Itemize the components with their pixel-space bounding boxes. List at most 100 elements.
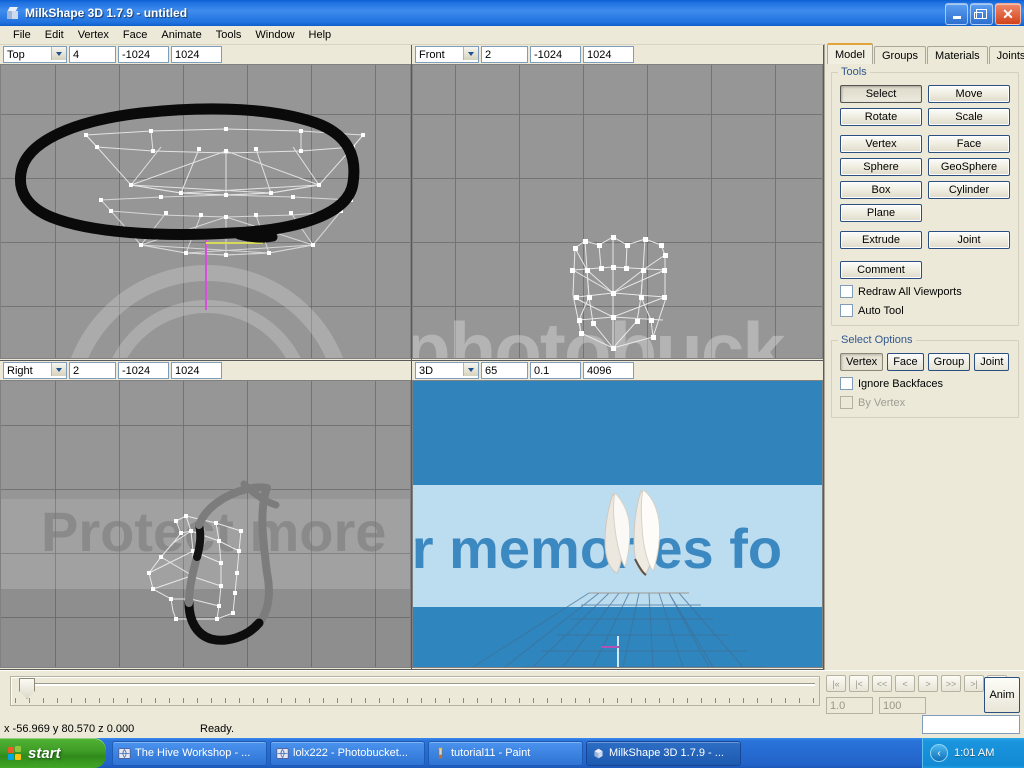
fast-forward-button[interactable]: >> (941, 675, 961, 692)
taskbar-item-label: tutorial11 - Paint (451, 747, 531, 759)
taskbar-item-paint[interactable]: tutorial11 - Paint (428, 740, 583, 766)
tab-model[interactable]: Model (827, 43, 873, 64)
by-vertex-label: By Vertex (858, 396, 906, 409)
tools-group: Tools Select Move Rotate Scale Vertex Fa… (831, 66, 1019, 326)
select-mode-group-button[interactable]: Group (927, 353, 971, 371)
menu-item-window[interactable]: Window (248, 28, 301, 42)
taskbar-buttons: The Hive Workshop - ... lolx222 - Photob… (112, 740, 1024, 766)
tool-rotate-button[interactable]: Rotate (840, 108, 922, 126)
rewind-button[interactable]: << (872, 675, 892, 692)
viewport-front-field-1[interactable]: 2 (481, 46, 528, 63)
viewport-right-canvas[interactable]: Protect more (0, 380, 411, 668)
viewport-3d-field-2[interactable]: 0.1 (530, 362, 581, 379)
auto-tool-row[interactable]: Auto Tool (840, 304, 1010, 317)
viewport-3d-header: 3D 65 0.1 4096 (412, 361, 823, 380)
total-frames-field[interactable]: 100 (879, 697, 926, 714)
chevron-down-icon[interactable] (51, 363, 66, 376)
tab-materials[interactable]: Materials (927, 46, 988, 64)
menu-item-help[interactable]: Help (302, 28, 339, 42)
viewport-front-mode-select[interactable]: Front (415, 46, 479, 63)
viewport-3d-field-3[interactable]: 4096 (583, 362, 634, 379)
select-mode-face-button[interactable]: Face (887, 353, 924, 371)
taskbar-item-label: lolx222 - Photobucket... (293, 747, 408, 759)
tool-extrude-button[interactable]: Extrude (840, 231, 922, 249)
tools-primitive-grid: Vertex Face Sphere GeoSphere Box Cylinde… (840, 135, 1010, 222)
taskbar-item-milkshape[interactable]: MilkShape 3D 1.7.9 - ... (586, 740, 741, 766)
auto-tool-checkbox[interactable] (840, 304, 853, 317)
select-mode-joint-button[interactable]: Joint (974, 353, 1010, 371)
tool-vertex-button[interactable]: Vertex (840, 135, 922, 153)
viewport-3d-mode-select[interactable]: 3D (415, 362, 479, 379)
viewport-front-field-3[interactable]: 1024 (583, 46, 634, 63)
by-vertex-row: By Vertex (840, 396, 1010, 409)
step-back-button[interactable]: < (895, 675, 915, 692)
viewport-right-field-3[interactable]: 1024 (171, 362, 222, 379)
tool-box-button[interactable]: Box (840, 181, 922, 199)
menu-item-vertex[interactable]: Vertex (71, 28, 116, 42)
menu-item-edit[interactable]: Edit (38, 28, 71, 42)
next-key-button[interactable]: >| (964, 675, 984, 692)
anim-toggle-button[interactable]: Anim (984, 677, 1020, 713)
tool-scale-button[interactable]: Scale (928, 108, 1010, 126)
go-to-start-button[interactable]: |« (826, 675, 846, 692)
start-label: start (28, 744, 61, 762)
chevron-down-icon[interactable] (463, 363, 478, 376)
taskbar-item-hive-workshop[interactable]: The Hive Workshop - ... (112, 740, 267, 766)
tab-groups[interactable]: Groups (873, 46, 927, 64)
select-mode-vertex-button[interactable]: Vertex (840, 353, 884, 371)
play-button[interactable]: > (918, 675, 938, 692)
annotation-stroke (255, 484, 273, 627)
viewport-right-field-2[interactable]: -1024 (118, 362, 169, 379)
viewport-top-mode-select[interactable]: Top (3, 46, 67, 63)
restore-button[interactable] (970, 3, 993, 25)
viewport-right-field-1[interactable]: 2 (69, 362, 116, 379)
viewport-top-field-2[interactable]: -1024 (118, 46, 169, 63)
redraw-all-viewports-checkbox[interactable] (840, 285, 853, 298)
taskbar: start The Hive Workshop - ... lolx222 - … (0, 738, 1024, 768)
tool-cylinder-button[interactable]: Cylinder (928, 181, 1010, 199)
close-icon[interactable]: ✕ (995, 3, 1021, 25)
timeline-track[interactable] (31, 683, 815, 686)
chevron-left-icon[interactable]: ‹ (930, 744, 948, 762)
redraw-all-viewports-row[interactable]: Redraw All Viewports (840, 285, 1010, 298)
chevron-down-icon[interactable] (51, 47, 66, 60)
tool-sphere-button[interactable]: Sphere (840, 158, 922, 176)
start-button[interactable]: start (0, 738, 106, 768)
minimize-button[interactable] (945, 3, 968, 25)
current-frame-field[interactable]: 1.0 (826, 697, 873, 714)
tool-face-button[interactable]: Face (928, 135, 1010, 153)
comment-button[interactable]: Comment (840, 261, 922, 279)
menu-item-file[interactable]: File (6, 28, 38, 42)
viewport-top-canvas[interactable] (0, 64, 411, 359)
viewport-right-mode-select[interactable]: Right (3, 362, 67, 379)
viewport-3d-canvas[interactable]: f your memories fo (412, 380, 823, 668)
tool-joint-button[interactable]: Joint (928, 231, 1010, 249)
milkshape-application-window: MilkShape 3D 1.7.9 - untitled ✕ File Edi… (0, 0, 1024, 768)
viewport-front-canvas[interactable]: photobuck (412, 64, 823, 359)
ignore-backfaces-checkbox[interactable] (840, 377, 853, 390)
ignore-backfaces-row[interactable]: Ignore Backfaces (840, 377, 1010, 390)
clock[interactable]: 1:01 AM (954, 747, 994, 759)
viewport-3d-mode-label: 3D (419, 364, 434, 377)
tool-move-button[interactable]: Move (928, 85, 1010, 103)
viewport-front-field-2[interactable]: -1024 (530, 46, 581, 63)
menu-item-animate[interactable]: Animate (154, 28, 208, 42)
menu-item-tools[interactable]: Tools (209, 28, 249, 42)
viewport-3d-field-1[interactable]: 65 (481, 362, 528, 379)
previous-key-button[interactable]: |< (849, 675, 869, 692)
viewport-front-wireframe (570, 235, 668, 351)
viewport-top-field-1[interactable]: 4 (69, 46, 116, 63)
tool-geosphere-button[interactable]: GeoSphere (928, 158, 1010, 176)
browser-icon (276, 747, 289, 759)
window-title: MilkShape 3D 1.7.9 - untitled (25, 6, 188, 20)
menu-item-face[interactable]: Face (116, 28, 154, 42)
by-vertex-checkbox (840, 396, 853, 409)
animation-timeline[interactable] (10, 676, 820, 706)
tool-plane-button[interactable]: Plane (840, 204, 922, 222)
taskbar-item-photobucket[interactable]: lolx222 - Photobucket... (270, 740, 425, 766)
viewport-top-field-3[interactable]: 1024 (171, 46, 222, 63)
tab-joints[interactable]: Joints (988, 46, 1024, 64)
tool-select-button[interactable]: Select (840, 85, 922, 103)
status-bar: x -56.969 y 80.570 z 0.000 Ready. (0, 719, 1024, 739)
chevron-down-icon[interactable] (463, 47, 478, 60)
